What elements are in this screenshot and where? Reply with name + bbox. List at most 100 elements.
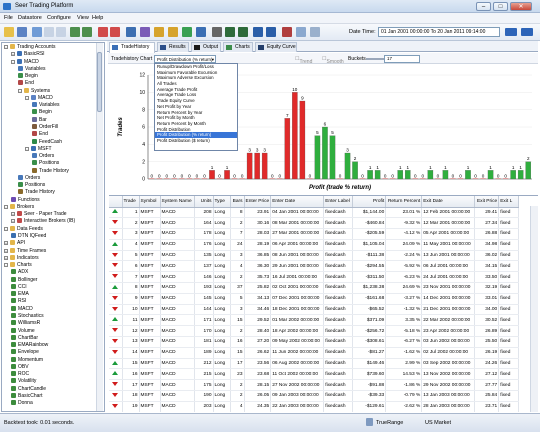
tree-item[interactable]: RSI xyxy=(11,298,26,305)
tree-item[interactable]: - Charts xyxy=(4,262,32,269)
column-header[interactable]: Enter Label xyxy=(323,196,354,208)
tree-item[interactable]: + BasicRSI xyxy=(11,51,45,58)
column-header[interactable]: Return Percent xyxy=(385,196,423,208)
column-header[interactable] xyxy=(109,196,123,208)
tree-item[interactable]: Volatility xyxy=(11,378,36,385)
maximize-button[interactable]: □ xyxy=(493,2,508,11)
table-row[interactable]: 9 MSFT MACD 145 Long 5 34.13 07 Dec 2001 00:00:… xyxy=(109,293,520,305)
tree-item[interactable]: Functions xyxy=(11,196,40,204)
table-row[interactable]: 13 MSFT MACD 181 Long 16 27.20 09 May 2002 00:0… xyxy=(109,336,520,348)
function-icon[interactable] xyxy=(140,27,150,37)
chart-type-select[interactable]: Profit Distribution (% return) ▾ xyxy=(154,55,216,63)
sell-icon[interactable] xyxy=(82,27,92,37)
layout2-icon[interactable] xyxy=(521,28,533,36)
tab-results[interactable]: Results xyxy=(157,42,189,52)
buckets-input[interactable]: 17 xyxy=(384,55,420,63)
layout-icon[interactable] xyxy=(505,28,517,36)
tree-item[interactable]: OBV xyxy=(11,363,29,371)
tab-charts[interactable]: Charts xyxy=(223,42,253,52)
collapse-icon[interactable]: - xyxy=(4,204,8,209)
tree-item[interactable]: Stochastics xyxy=(11,312,44,320)
table-row[interactable]: 1 MSFT MACD 208 Long 8 23.91 04 Jan 2001 00:00:… xyxy=(109,207,520,219)
table-row[interactable]: 4 MSFT MACD 176 Long 24 28.19 06 Apr 2001 00:00… xyxy=(109,239,520,251)
table-row[interactable]: 11 MSFT MACD 171 Long 15 29.52 01 Mar 2002 00:0… xyxy=(109,314,520,327)
column-header[interactable]: System Name xyxy=(160,196,195,208)
chart-toolbar-icon[interactable] xyxy=(212,27,222,37)
smooth-checkbox[interactable]: ☐ Smooth xyxy=(322,56,344,65)
menu-view[interactable]: View xyxy=(77,15,89,21)
minimize-button[interactable]: – xyxy=(476,2,491,11)
table-row[interactable]: 15 MSFT MACD 212 Long 17 23.56 06 Aug 2002 00:0… xyxy=(109,358,520,370)
help-icon[interactable] xyxy=(310,27,320,37)
new-icon[interactable] xyxy=(32,27,42,37)
tree-item[interactable]: DTN IQFeed xyxy=(11,233,46,240)
variables-icon[interactable] xyxy=(126,27,136,37)
trend-line-checkbox[interactable]: ☐ Trend Line xyxy=(295,56,312,71)
column-header[interactable]: Exit Price xyxy=(474,196,500,208)
tree-item[interactable]: Begin xyxy=(18,73,38,80)
tree-scrollbar-thumb[interactable] xyxy=(97,52,102,112)
expand-icon[interactable]: + xyxy=(4,241,8,246)
table-row[interactable]: 18 MSFT MACD 190 Long 2 26.05 09 Jan 2003 00:00… xyxy=(109,390,520,402)
menu-configure[interactable]: Configure xyxy=(47,15,71,21)
collapse-icon[interactable]: - xyxy=(11,59,15,64)
tree-item[interactable]: - Brokers xyxy=(4,203,34,211)
table-row[interactable]: 3 MSFT MACD 178 Long 7 28.03 27 Mar 2001 00:00:… xyxy=(109,228,520,240)
date-time-range-field[interactable]: 01 Jan 2001 00:00:00 To 20 Jan 2011 09:1… xyxy=(378,27,500,37)
collapse-icon[interactable]: - xyxy=(4,263,8,268)
collapse-icon[interactable]: - xyxy=(25,95,29,100)
tree-item[interactable]: Donna xyxy=(11,400,33,407)
column-header[interactable]: Profit xyxy=(352,196,387,208)
tree-item[interactable]: BasicChart xyxy=(11,392,42,400)
tree-item[interactable]: CCI xyxy=(11,283,27,291)
short-icon[interactable] xyxy=(98,27,108,37)
column-header[interactable]: Exit Date xyxy=(421,196,476,208)
table-row[interactable]: 14 MSFT MACD 189 Long 15 26.62 11 Jun 2002 00:0… xyxy=(109,347,520,359)
table-row[interactable]: 7 MSFT MACD 146 Long 2 35.73 16 Jul 2001 00:00:… xyxy=(109,271,520,284)
tree-item[interactable]: ChartCandle xyxy=(11,385,46,393)
table-row[interactable]: 12 MSFT MACD 170 Long 2 28.40 18 Apr 2002 00:00… xyxy=(109,325,520,338)
open-folder-icon[interactable] xyxy=(4,27,14,37)
dropdown-option[interactable]: Profit Distribution ($ return) xyxy=(155,138,237,144)
tree-item[interactable]: Trade History xyxy=(18,189,55,196)
tree-item[interactable]: - MACD xyxy=(11,58,39,66)
tree-item[interactable]: End xyxy=(18,80,34,87)
paste-icon[interactable] xyxy=(56,27,66,37)
column-header[interactable]: Enter Date xyxy=(270,196,325,208)
table-row[interactable]: 6 MSFT MACD 137 Long 4 36.30 29 Jun 2001 00:00:… xyxy=(109,260,520,273)
run-icon[interactable] xyxy=(182,27,192,37)
tree-item[interactable]: EMARainbow xyxy=(11,342,48,349)
expand-icon[interactable]: + xyxy=(11,52,15,57)
feed-icon[interactable] xyxy=(168,27,178,37)
column-header[interactable]: Exit L xyxy=(498,196,520,208)
buy-icon[interactable] xyxy=(70,27,80,37)
collapse-icon[interactable]: - xyxy=(4,45,8,49)
tree-item[interactable]: Bollinger xyxy=(11,276,37,284)
tree-item[interactable]: Volume xyxy=(11,327,35,335)
tree-item[interactable]: ADX xyxy=(11,269,28,276)
tree-item[interactable]: ROC xyxy=(11,371,29,378)
collapse-icon[interactable]: - xyxy=(25,146,29,151)
table-row[interactable]: 8 MSFT MACD 193 Long 37 25.82 02 Oct 2001 00:00… xyxy=(109,282,520,294)
table-row[interactable]: 16 MSFT MACD 215 Long 23 23.68 11 Oct 2002 00:0… xyxy=(109,368,520,381)
report-icon[interactable] xyxy=(196,27,206,37)
table-row[interactable]: 17 MSFT MACD 175 Long 2 28.15 27 Nov 2002 00:00… xyxy=(109,379,520,392)
menu-file[interactable]: File xyxy=(4,15,13,21)
table-icon[interactable] xyxy=(266,27,276,37)
tree-item[interactable]: Envelope xyxy=(11,349,39,356)
expand-icon[interactable]: + xyxy=(4,255,8,260)
table-row[interactable]: 19 MSFT MACD 203 Long 4 24.35 22 Jan 2003 00:00… xyxy=(109,401,520,412)
cover-icon[interactable] xyxy=(110,27,120,37)
expand-icon[interactable]: + xyxy=(4,248,8,253)
tree-item[interactable]: Trade History xyxy=(32,167,69,175)
tree-item[interactable]: FeedCash xyxy=(32,138,62,146)
tree-item[interactable]: Variables xyxy=(32,102,59,109)
monitor2-icon[interactable] xyxy=(238,27,248,37)
monitor-icon[interactable] xyxy=(225,27,235,37)
table-row[interactable]: 10 MSFT MACD 144 Long 3 34.46 18 Dec 2001 00:00… xyxy=(109,304,520,316)
expand-icon[interactable]: + xyxy=(11,212,15,217)
column-header[interactable]: Enter Price xyxy=(244,196,272,208)
tree-item[interactable]: + Time Frames xyxy=(4,247,46,255)
grid-icon[interactable] xyxy=(253,27,263,37)
tree-item[interactable]: - Data Feeds xyxy=(4,225,43,233)
